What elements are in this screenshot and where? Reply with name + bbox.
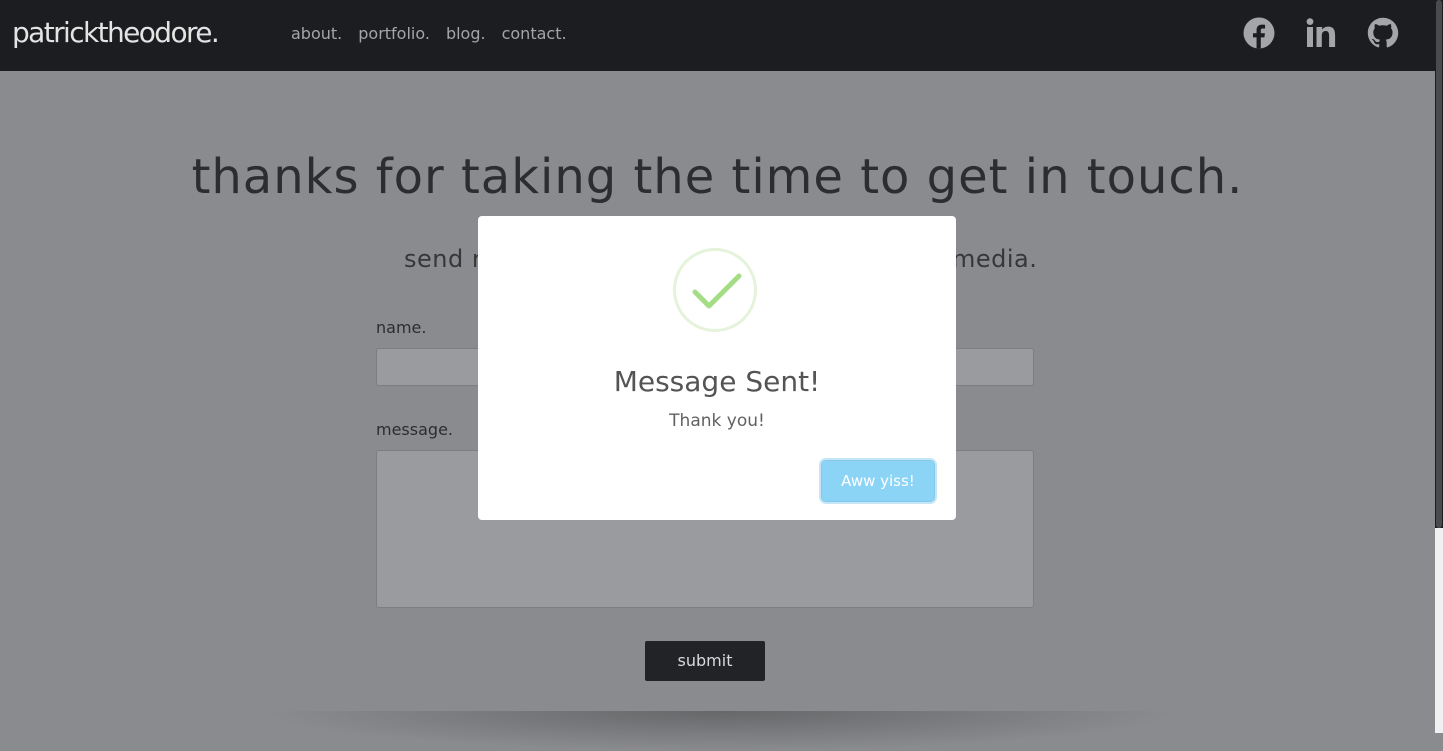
confirm-button[interactable]: Aww yiss!	[821, 460, 935, 502]
check-icon	[692, 273, 742, 309]
success-dialog: Message Sent! Thank you! Aww yiss!	[478, 216, 956, 520]
dialog-title: Message Sent!	[613, 365, 821, 398]
success-circle	[673, 248, 757, 332]
scrollbar[interactable]	[1435, 0, 1443, 733]
dialog-text: Thank you!	[669, 411, 765, 431]
scrollbar-track	[1435, 528, 1443, 733]
scrollbar-thumb[interactable]	[1436, 0, 1442, 528]
